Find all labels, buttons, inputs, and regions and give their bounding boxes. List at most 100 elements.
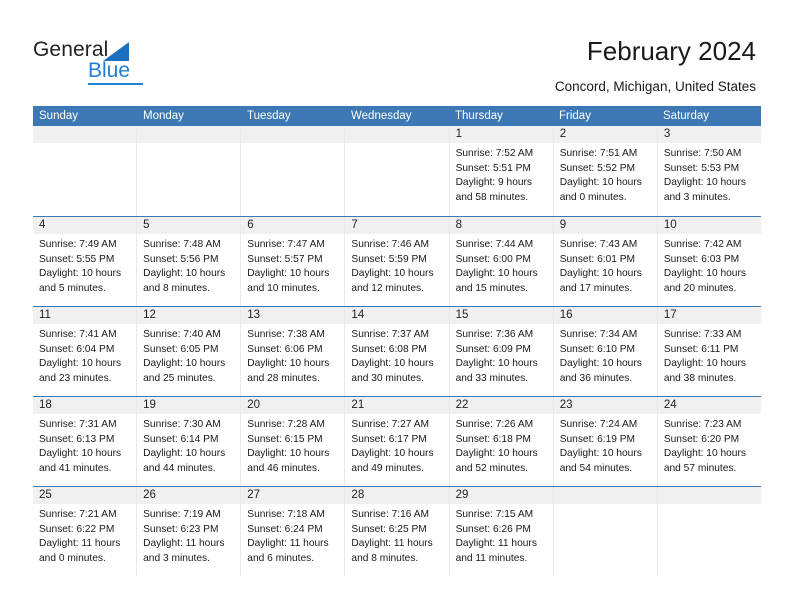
sun-info-sunset: Sunset: 5:53 PM: [663, 162, 740, 174]
day-cell[interactable]: 9 Sunrise: 7:43 AM Sunset: 6:01 PM Daylight…: [553, 217, 658, 306]
day-sun-info: Sunrise: 7:34 AM Sunset: 6:10 PM Daylight:…: [554, 324, 657, 386]
sun-info-sunset: Sunset: 6:00 PM: [455, 253, 531, 265]
day-cell[interactable]: 16 Sunrise: 7:34 AM Sunset: 6:10 PM Dayligh…: [553, 307, 658, 396]
day-number: 3: [657, 126, 761, 143]
day-cell[interactable]: 4 Sunrise: 7:49 AM Sunset: 5:55 PM Daylight…: [33, 217, 138, 306]
day-cell[interactable]: 10 Sunrise: 7:42 AM Sunset: 6:03 PM Dayligh…: [657, 217, 761, 306]
sun-info-daylight1: Daylight: 10 hours: [247, 358, 330, 370]
sun-info-daylight1: Daylight: 10 hours: [247, 268, 330, 280]
day-cell[interactable]: 26 Sunrise: 7:19 AM Sunset: 6:23 PM Dayligh…: [137, 487, 242, 576]
general-blue-logo[interactable]: General Blue: [33, 38, 163, 85]
sun-info-daylight2: and 11 minutes.: [455, 552, 528, 564]
day-cell[interactable]: 13 Sunrise: 7:38 AM Sunset: 6:06 PM Dayligh…: [241, 307, 346, 396]
day-cell[interactable]: 29 Sunrise: 7:15 AM Sunset: 6:26 PM Dayligh…: [449, 487, 554, 576]
day-cell[interactable]: 28 Sunrise: 7:16 AM Sunset: 6:25 PM Dayligh…: [345, 487, 450, 576]
day-number: 28: [345, 487, 449, 504]
day-cell[interactable]: 12 Sunrise: 7:40 AM Sunset: 6:05 PM Dayligh…: [137, 307, 242, 396]
day-sun-info: Sunrise: 7:28 AM Sunset: 6:15 PM Daylight:…: [241, 414, 344, 476]
sun-info-daylight2: and 36 minutes.: [559, 372, 633, 384]
sun-info-daylight1: Daylight: 10 hours: [663, 177, 746, 189]
day-cell[interactable]: 8 Sunrise: 7:44 AM Sunset: 6:00 PM Daylight…: [449, 217, 554, 306]
day-number: 15: [449, 307, 553, 324]
day-number: 25: [33, 487, 137, 504]
sun-info-daylight2: and 0 minutes.: [559, 191, 627, 203]
sun-info-sunrise: Sunrise: 7:46 AM: [351, 239, 430, 250]
calendar-week-row: 18 Sunrise: 7:31 AM Sunset: 6:13 PM Dayligh…: [33, 396, 761, 486]
day-cell[interactable]: 3 Sunrise: 7:50 AM Sunset: 5:53 PM Daylight…: [657, 126, 761, 216]
day-number: 7: [345, 217, 449, 234]
sun-info-daylight1: Daylight: 10 hours: [143, 268, 226, 280]
day-cell[interactable]: 7 Sunrise: 7:46 AM Sunset: 5:59 PM Daylight…: [345, 217, 450, 306]
day-sun-info: Sunrise: 7:41 AM Sunset: 6:04 PM Daylight:…: [33, 324, 136, 386]
day-cell[interactable]: 11 Sunrise: 7:41 AM Sunset: 6:04 PM Dayligh…: [33, 307, 138, 396]
day-cell[interactable]: 6 Sunrise: 7:47 AM Sunset: 5:57 PM Daylight…: [241, 217, 346, 306]
day-cell[interactable]: 19 Sunrise: 7:30 AM Sunset: 6:14 PM Dayligh…: [137, 397, 242, 486]
sun-info-daylight1: Daylight: 11 hours: [39, 538, 121, 550]
sun-info-sunrise: Sunrise: 7:15 AM: [455, 509, 534, 520]
sun-info-sunset: Sunset: 5:57 PM: [247, 253, 323, 265]
day-cell[interactable]: 27 Sunrise: 7:18 AM Sunset: 6:24 PM Dayligh…: [241, 487, 346, 576]
sun-info-daylight2: and 12 minutes.: [351, 282, 424, 294]
sun-info-daylight2: and 41 minutes.: [39, 462, 112, 474]
sun-info-sunset: Sunset: 6:13 PM: [39, 433, 115, 445]
day-cell[interactable]: 1 Sunrise: 7:52 AM Sunset: 5:51 PM Daylight…: [449, 126, 554, 216]
sun-info-sunset: Sunset: 5:52 PM: [559, 162, 636, 174]
day-cell[interactable]: 2 Sunrise: 7:51 AM Sunset: 5:52 PM Daylight…: [553, 126, 658, 216]
sun-info-sunset: Sunset: 6:25 PM: [351, 523, 427, 535]
sun-info-sunrise: Sunrise: 7:38 AM: [247, 329, 325, 340]
sun-info-daylight1: Daylight: 10 hours: [663, 358, 746, 370]
day-number: 14: [345, 307, 449, 324]
logo-text-blue: Blue: [88, 59, 131, 82]
calendar-week-row: 4 Sunrise: 7:49 AM Sunset: 5:55 PM Daylight…: [33, 216, 761, 306]
day-cell[interactable]: 15 Sunrise: 7:36 AM Sunset: 6:09 PM Dayligh…: [449, 307, 554, 396]
sun-info-daylight2: and 57 minutes.: [663, 462, 737, 474]
sun-info-sunset: Sunset: 6:09 PM: [455, 343, 531, 355]
sun-info-sunset: Sunset: 5:59 PM: [351, 253, 427, 265]
day-number: 27: [241, 487, 345, 504]
calendar-weeks: 1 Sunrise: 7:52 AM Sunset: 5:51 PM Daylight…: [33, 126, 761, 576]
day-number: 18: [33, 397, 137, 414]
day-sun-info: Sunrise: 7:21 AM Sunset: 6:22 PM Daylight:…: [33, 504, 136, 566]
sun-info-daylight2: and 17 minutes.: [559, 282, 633, 294]
weekday-sunday: Sunday: [39, 110, 79, 122]
day-cell[interactable]: 23 Sunrise: 7:24 AM Sunset: 6:19 PM Dayligh…: [553, 397, 658, 486]
day-sun-info: Sunrise: 7:36 AM Sunset: 6:09 PM Daylight:…: [450, 324, 553, 386]
weekday-friday: Friday: [559, 110, 591, 122]
sun-info-sunrise: Sunrise: 7:28 AM: [247, 419, 325, 430]
day-number: 23: [553, 397, 657, 414]
sun-info-daylight1: Daylight: 10 hours: [559, 358, 642, 370]
day-number: 17: [657, 307, 761, 324]
sun-info-daylight1: Daylight: 10 hours: [143, 448, 226, 460]
day-cell[interactable]: 20 Sunrise: 7:28 AM Sunset: 6:15 PM Dayligh…: [241, 397, 346, 486]
day-cell[interactable]: 25 Sunrise: 7:21 AM Sunset: 6:22 PM Dayligh…: [33, 487, 138, 576]
day-sun-info: Sunrise: 7:37 AM Sunset: 6:08 PM Daylight:…: [345, 324, 448, 386]
day-cell[interactable]: 22 Sunrise: 7:26 AM Sunset: 6:18 PM Dayligh…: [449, 397, 554, 486]
sun-info-sunset: Sunset: 6:11 PM: [663, 343, 739, 355]
sun-info-sunset: Sunset: 6:22 PM: [39, 523, 115, 535]
sun-info-daylight2: and 52 minutes.: [455, 462, 529, 474]
day-cell[interactable]: 18 Sunrise: 7:31 AM Sunset: 6:13 PM Dayligh…: [33, 397, 138, 486]
day-cell[interactable]: 5 Sunrise: 7:48 AM Sunset: 5:56 PM Daylight…: [137, 217, 242, 306]
weekday-saturday: Saturday: [663, 110, 710, 122]
logo-underline: [88, 83, 143, 85]
sun-info-sunrise: Sunrise: 7:51 AM: [559, 148, 638, 159]
day-cell[interactable]: 24 Sunrise: 7:23 AM Sunset: 6:20 PM Dayligh…: [657, 397, 761, 486]
day-sun-info: Sunrise: 7:44 AM Sunset: 6:00 PM Daylight:…: [450, 234, 553, 296]
day-number: [33, 126, 137, 143]
sun-info-daylight1: Daylight: 10 hours: [39, 448, 122, 460]
sun-info-sunset: Sunset: 6:26 PM: [455, 523, 531, 535]
day-sun-info: Sunrise: 7:48 AM Sunset: 5:56 PM Daylight:…: [137, 234, 240, 296]
sun-info-daylight1: Daylight: 10 hours: [559, 177, 642, 189]
day-number: 8: [449, 217, 553, 234]
day-number: 2: [553, 126, 657, 143]
sun-info-daylight2: and 3 minutes.: [663, 191, 731, 203]
day-cell-empty: [241, 126, 346, 216]
day-cell[interactable]: 21 Sunrise: 7:27 AM Sunset: 6:17 PM Dayligh…: [345, 397, 450, 486]
sun-info-daylight2: and 25 minutes.: [143, 372, 216, 384]
sun-info-sunrise: Sunrise: 7:44 AM: [455, 239, 534, 250]
sun-info-sunset: Sunset: 5:51 PM: [455, 162, 531, 174]
sun-info-sunset: Sunset: 6:19 PM: [559, 433, 636, 445]
day-cell[interactable]: 17 Sunrise: 7:33 AM Sunset: 6:11 PM Dayligh…: [657, 307, 761, 396]
day-cell[interactable]: 14 Sunrise: 7:37 AM Sunset: 6:08 PM Dayligh…: [345, 307, 450, 396]
sun-info-daylight2: and 23 minutes.: [39, 372, 112, 384]
